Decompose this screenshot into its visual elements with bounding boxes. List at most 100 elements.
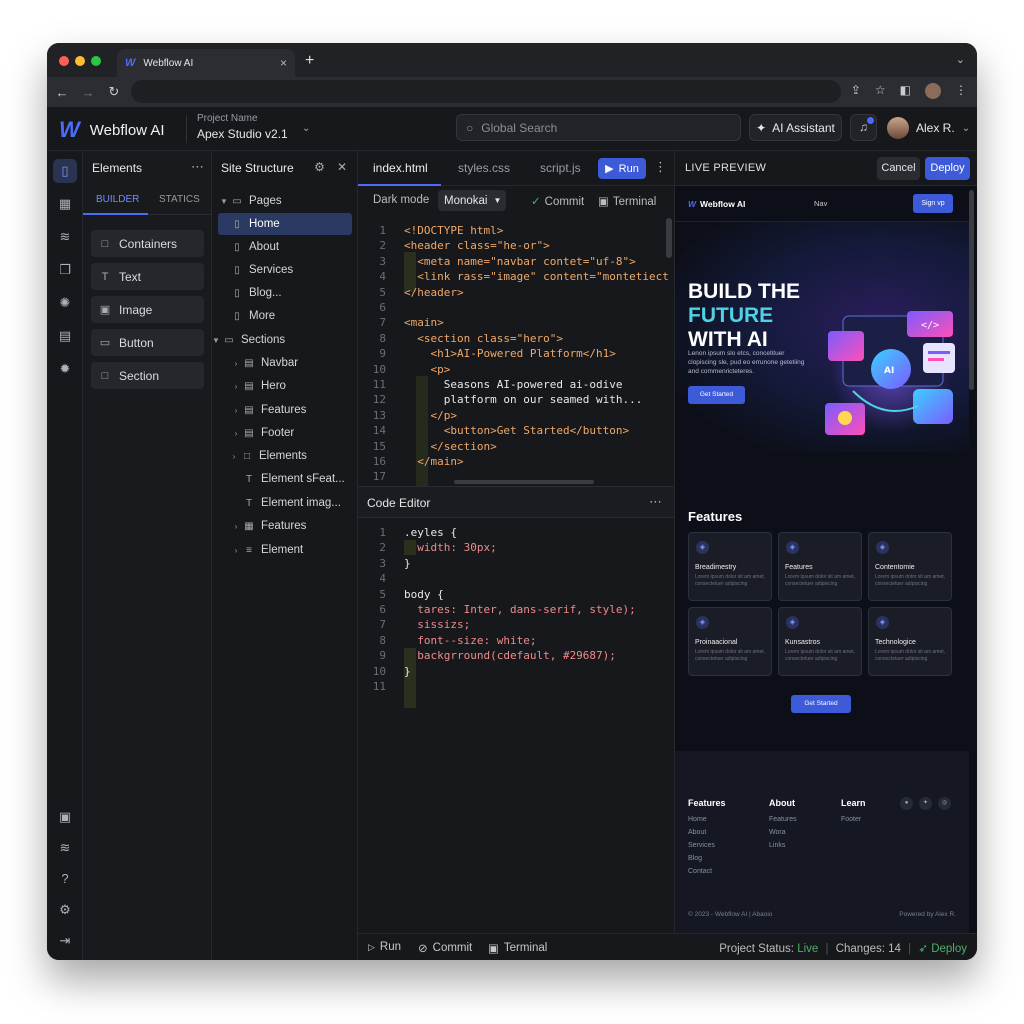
hero-get-started-button[interactable]: Get Started <box>688 386 745 404</box>
theme-select[interactable]: Monokai ▼ <box>438 190 506 211</box>
notifications-button[interactable]: ♫ <box>850 114 877 141</box>
pages-icon[interactable]: ▯ <box>53 159 77 183</box>
tab-script-js[interactable]: script.js <box>540 161 581 175</box>
html-code-area[interactable]: 1 <!DOCTYPE html> 2 <header class="he-or"> 3… <box>358 216 674 486</box>
tree-page-about[interactable]: ▯ About <box>218 236 352 258</box>
element-button[interactable]: ▭ Button <box>91 329 204 356</box>
code-line[interactable]: 3} <box>358 557 674 572</box>
terminal-button[interactable]: ▣ Terminal <box>598 194 656 208</box>
tree-page-blog[interactable]: ▯ Blog... <box>218 282 352 304</box>
preview-signup-button[interactable]: Sign vp <box>913 194 953 213</box>
settings-gear-icon[interactable]: ✹ <box>53 357 77 381</box>
scrollbar[interactable] <box>454 480 594 484</box>
footer-link[interactable]: Services <box>688 839 726 852</box>
footer-link[interactable]: Home <box>688 813 726 826</box>
code-line[interactable]: 12 platform on our seamed with... <box>358 393 674 408</box>
deploy-status[interactable]: ➶ Deploy <box>918 943 967 955</box>
status-commit-button[interactable]: ⊘ Commit <box>418 941 472 955</box>
tree-section-features-2[interactable]: › ▦ Features <box>230 515 364 537</box>
copy-icon[interactable]: ❐ <box>53 258 77 282</box>
footer-link[interactable]: Wora <box>769 826 797 839</box>
feature-card[interactable]: ◈ Contentomie Lorem ipsum dolor sit am a… <box>868 532 952 601</box>
footer-link[interactable]: Links <box>769 839 797 852</box>
sidebar-icon[interactable]: ◧ <box>900 83 911 99</box>
feature-card[interactable]: ◈ Breadimestry Lorem ipsum dolor sit am … <box>688 532 772 601</box>
code-line[interactable]: 10 <p> <box>358 363 674 378</box>
feature-card[interactable]: ◈ Proinaacional Lorem ipsum dolor sit am… <box>688 607 772 676</box>
tree-section-footer[interactable]: › ▤ Footer <box>230 422 364 444</box>
stack-icon[interactable]: ≋ <box>53 836 77 860</box>
code-line[interactable]: 6 <box>358 301 674 316</box>
close-tab-icon[interactable]: × <box>280 56 287 70</box>
github-icon[interactable]: ● <box>900 797 913 810</box>
footer-link[interactable]: Blog <box>688 852 726 865</box>
ai-assistant-button[interactable]: ✦ AI Assistant <box>749 114 842 141</box>
help-icon[interactable]: ? <box>53 867 77 891</box>
preview-nav-link[interactable]: Nav <box>814 199 827 208</box>
footer-link[interactable]: About <box>688 826 726 839</box>
code-line[interactable]: 9 <h1>AI-Powered Platform</h1> <box>358 347 674 362</box>
logout-icon[interactable]: ⇥ <box>53 929 77 953</box>
new-tab-button[interactable]: + <box>305 52 314 70</box>
code-line[interactable]: 11 <box>358 680 674 695</box>
browser-tab[interactable]: W Webflow AI × <box>117 49 295 77</box>
element-containers[interactable]: □ Containers <box>91 230 204 257</box>
tree-section-features[interactable]: › ▤ Features <box>230 399 364 421</box>
tree-section-navbar[interactable]: › ▤ Navbar <box>230 352 364 374</box>
instagram-icon[interactable]: ◎ <box>938 797 951 810</box>
forward-icon[interactable]: → <box>77 85 99 100</box>
tree-sections-folder[interactable]: ▼ ▭ Sections <box>210 329 344 351</box>
status-terminal-button[interactable]: ▣ Terminal <box>488 941 547 955</box>
url-field[interactable] <box>131 80 841 103</box>
global-search-input[interactable]: ○ Global Search <box>456 114 741 141</box>
project-selector[interactable]: Project Name Apex Studio v2.1 <box>197 113 288 141</box>
code-line[interactable]: 15 </section> <box>358 440 674 455</box>
code-line[interactable]: 8 <section class="hero"> <box>358 332 674 347</box>
code-line[interactable]: 14 <button>Get Started</button> <box>358 424 674 439</box>
tree-section-element-image[interactable]: T Element imag... <box>230 492 364 514</box>
code-line[interactable]: 9 backgrround(cdefault, #29687); <box>358 649 674 664</box>
code-line[interactable]: 6 tares: Inter, dans-serif, style); <box>358 603 674 618</box>
code-line[interactable]: 13 </p> <box>358 409 674 424</box>
window-icon[interactable]: ▤ <box>53 324 77 348</box>
code-line[interactable]: 4 <link rass="image" content="montetiect <box>358 270 674 285</box>
element-image[interactable]: ▣ Image <box>91 296 204 323</box>
tree-section-element[interactable]: › ≡ Element <box>230 539 364 561</box>
twitter-icon[interactable]: ✦ <box>919 797 932 810</box>
code-line[interactable]: 2 width: 30px; <box>358 541 674 556</box>
back-icon[interactable]: ← <box>51 85 73 100</box>
palette-icon[interactable]: ✺ <box>53 291 77 315</box>
chevron-down-icon[interactable]: ⌄ <box>956 53 965 66</box>
cancel-button[interactable]: Cancel <box>877 157 920 180</box>
code-line[interactable]: 5 </header> <box>358 286 674 301</box>
tree-page-services[interactable]: ▯ Services <box>218 259 352 281</box>
profile-avatar[interactable] <box>925 83 941 99</box>
grid-icon[interactable]: ▦ <box>53 192 77 216</box>
css-code-area[interactable]: 1 .eyles {2 width: 30px; 3} 4 5 body {6 tares… <box>358 518 674 933</box>
code-line[interactable]: 3 <meta name="navbar contet="uf-8"> <box>358 255 674 270</box>
close-window-dot[interactable] <box>59 56 69 66</box>
chevron-down-icon[interactable]: ⌄ <box>302 123 310 134</box>
code-line[interactable]: 2 <header class="he-or"> <box>358 239 674 254</box>
commit-button[interactable]: ✓ Commit <box>531 194 584 208</box>
code-line[interactable]: 16 </main> <box>358 455 674 470</box>
status-run-button[interactable]: ▷ Run <box>368 941 401 953</box>
menu-icon[interactable]: ⋮ <box>955 83 967 99</box>
deploy-button[interactable]: Deploy <box>925 157 970 180</box>
tab-index-html[interactable]: index.html <box>373 161 428 175</box>
code-line[interactable]: 7 sissizs; <box>358 618 674 633</box>
tree-section-element-features[interactable]: T Element sFeat... <box>230 468 364 490</box>
code-line[interactable]: 1 .eyles { <box>358 526 674 541</box>
maximize-window-dot[interactable] <box>91 56 101 66</box>
layers-icon[interactable]: ≋ <box>53 225 77 249</box>
code-line[interactable]: 8 font--size: white; <box>358 634 674 649</box>
tree-section-elements[interactable]: › □ Elements <box>228 445 362 467</box>
more-icon[interactable]: ⋮ <box>654 159 667 175</box>
element-section[interactable]: □ Section <box>91 362 204 389</box>
element-text[interactable]: T Text <box>91 263 204 290</box>
feature-card[interactable]: ◈ Technologice Lorem ipsum dolor sit am … <box>868 607 952 676</box>
more-icon[interactable]: ⋯ <box>649 494 662 510</box>
gear-icon[interactable]: ⚙ <box>53 898 77 922</box>
feature-card[interactable]: ◈ Kunsastros Lorem ipsum dolor sit am am… <box>778 607 862 676</box>
tab-statics[interactable]: STATICS <box>159 194 200 205</box>
